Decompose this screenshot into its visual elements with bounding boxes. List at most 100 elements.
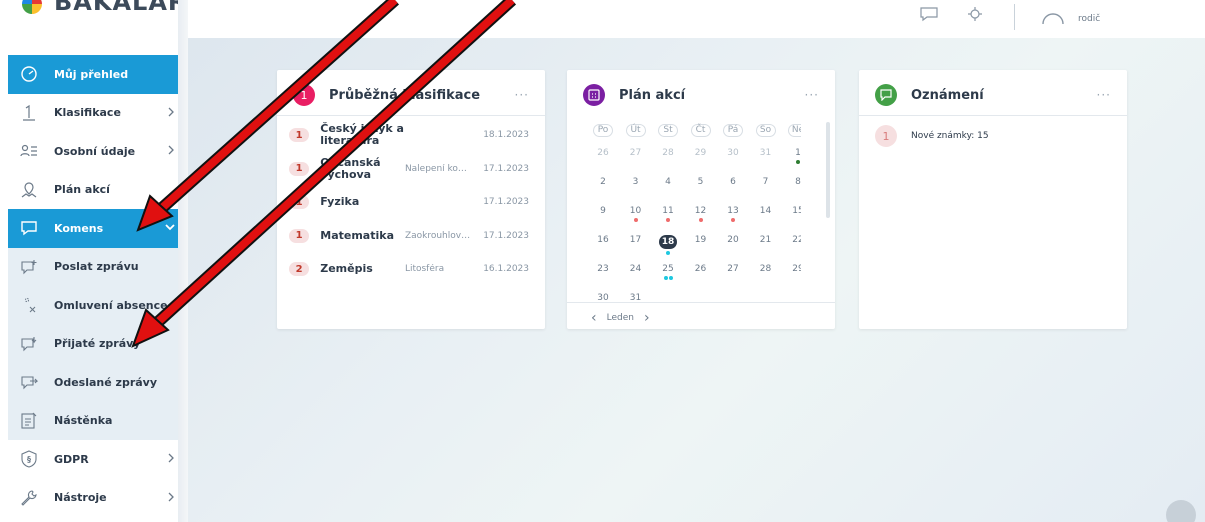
calendar-day[interactable]: 8 xyxy=(788,177,801,187)
sidebar-item-inbox[interactable]: Přijaté zprávy xyxy=(8,324,188,363)
calendar-day[interactable]: 5 xyxy=(691,177,711,187)
grade-note: Litosféra xyxy=(404,264,445,274)
calendar-week: 16 17 18 19 20 21 22 xyxy=(591,235,801,257)
calendar-day[interactable]: 30 xyxy=(723,148,743,158)
chevron-right-icon[interactable] xyxy=(166,452,176,467)
grade-row[interactable]: 2 Zeměpis Litosféra 16.1.2023 xyxy=(289,254,529,284)
day-number: 18 xyxy=(659,235,677,249)
calendar-day[interactable]: 31 xyxy=(756,148,776,158)
calendar-day[interactable]: 30 xyxy=(593,293,613,302)
chevron-right-icon[interactable] xyxy=(166,144,176,159)
calendar-day[interactable]: 7 xyxy=(756,177,776,187)
settings-icon[interactable] xyxy=(964,6,986,24)
day-number: 2 xyxy=(600,177,606,187)
calendar-day[interactable]: 10 xyxy=(626,206,646,222)
grade-row[interactable]: 1 Občanská výchova Nalepení ko… 17.1.2023 xyxy=(289,154,529,184)
calendar-day[interactable]: 16 xyxy=(593,235,613,245)
grade-date: 17.1.2023 xyxy=(483,197,529,207)
sidebar-item-outbox[interactable]: Odeslané zprávy xyxy=(8,363,188,402)
grade-row[interactable]: 1 Fyzika 17.1.2023 xyxy=(289,187,529,217)
grade-subject: Matematika xyxy=(320,228,394,242)
calendar-day[interactable]: 26 xyxy=(593,148,613,158)
next-month-button[interactable]: › xyxy=(644,310,650,326)
calendar-day[interactable]: 15 xyxy=(788,206,801,216)
sidebar-item-label: GDPR xyxy=(54,452,89,466)
calendar-card: Plán akcí ··· PoÚtStČtPáSoNe262728293031… xyxy=(567,70,835,329)
grade-date: 17.1.2023 xyxy=(483,230,529,241)
sidebar-item-send-message[interactable]: Poslat zprávu xyxy=(8,247,188,286)
calendar-day[interactable]: 11 xyxy=(658,206,678,222)
sidebar-item-map-pin[interactable]: Plán akcí xyxy=(8,171,188,210)
calendar-day[interactable]: 3 xyxy=(626,177,646,187)
grades-card-title[interactable]: Průběžná klasifikace xyxy=(329,88,480,103)
month-label: Leden xyxy=(606,313,634,323)
event-dot xyxy=(663,276,668,280)
grade-row[interactable]: 1 Český jazyk a literatura 18.1.2023 xyxy=(289,120,529,150)
sidebar-item-gdpr[interactable]: § GDPR xyxy=(8,440,188,479)
notices-card-menu-button[interactable]: ··· xyxy=(1097,88,1111,102)
calendar-day[interactable]: 4 xyxy=(658,177,678,187)
calendar-day[interactable]: 1 xyxy=(788,148,801,164)
weekday-label: St xyxy=(658,124,678,137)
hide-eye-icon[interactable] xyxy=(1166,500,1196,522)
sidebar-item-wrench[interactable]: Nástroje xyxy=(8,479,188,518)
calendar-day[interactable]: 26 xyxy=(691,264,711,274)
user-role[interactable]: rodič xyxy=(1078,14,1100,24)
sidebar-item-id-card[interactable]: Osobní údaje xyxy=(8,132,188,171)
logo-mark-icon xyxy=(22,0,42,14)
grade-row[interactable]: 1 Matematika Zaokrouhlov… 17.1.2023 xyxy=(289,221,529,251)
weekday-label: So xyxy=(755,124,776,137)
day-number: 5 xyxy=(697,177,704,187)
calendar-day[interactable]: 28 xyxy=(756,264,776,274)
calendar-day[interactable]: 24 xyxy=(626,264,646,274)
calendar-card-title[interactable]: Plán akcí xyxy=(619,88,685,103)
calendar-day[interactable]: 14 xyxy=(756,206,776,216)
calendar-day[interactable]: 2 xyxy=(593,177,613,187)
calendar-day[interactable]: 19 xyxy=(691,235,711,245)
calendar-day[interactable]: 23 xyxy=(593,264,613,274)
sidebar-item-noticeboard[interactable]: Nástěnka xyxy=(8,401,188,440)
calendar-day[interactable]: 20 xyxy=(723,235,743,245)
calendar-card-menu-button[interactable]: ··· xyxy=(805,88,819,102)
calendar-day[interactable]: 21 xyxy=(756,235,776,245)
calendar-scrollbar[interactable] xyxy=(826,122,830,218)
calendar-week: 23 24 25 26 27 28 29 xyxy=(591,264,801,286)
sidebar-item-dashboard[interactable]: Můj přehled xyxy=(8,55,188,94)
calendar-day[interactable]: 6 xyxy=(723,177,743,187)
chevron-right-icon[interactable] xyxy=(166,106,176,121)
topbar: rodič xyxy=(188,0,1205,38)
notice-item[interactable]: 1 Nové známky: 15 xyxy=(875,125,989,147)
divider xyxy=(859,115,1127,116)
day-number: 30 xyxy=(727,148,739,158)
sidebar-item-label: Nástěnka xyxy=(54,414,113,428)
logo[interactable]: BAKALÁŘI xyxy=(18,0,178,30)
sidebar-item-grade[interactable]: Klasifikace xyxy=(8,94,188,133)
sidebar-item-absence[interactable]: Omluvení absence xyxy=(8,286,188,325)
grades-card-menu-button[interactable]: ··· xyxy=(515,88,529,102)
calendar-day[interactable]: 28 xyxy=(658,148,678,158)
event-dots xyxy=(658,249,678,255)
calendar-day[interactable]: 27 xyxy=(626,148,646,158)
prev-month-button[interactable]: ‹ xyxy=(591,310,597,326)
calendar-day[interactable]: 31 xyxy=(626,293,646,302)
messages-icon[interactable] xyxy=(918,6,940,24)
calendar-day[interactable]: 29 xyxy=(788,264,801,274)
calendar-day[interactable]: 27 xyxy=(723,264,743,274)
sidebar-item-label: Osobní údaje xyxy=(54,144,136,158)
chevron-down-icon[interactable] xyxy=(164,221,176,235)
calendar-day[interactable]: 12 xyxy=(691,206,711,222)
user-avatar-icon[interactable] xyxy=(1040,4,1066,25)
notices-card-title[interactable]: Oznámení xyxy=(911,88,984,103)
calendar-day[interactable]: 29 xyxy=(691,148,711,158)
svg-text:§: § xyxy=(27,455,31,464)
chevron-right-icon[interactable] xyxy=(166,491,176,506)
calendar-day[interactable]: 13 xyxy=(723,206,743,222)
calendar-day[interactable]: 17 xyxy=(626,235,646,245)
calendar-day[interactable]: 22 xyxy=(788,235,801,245)
day-number: 10 xyxy=(629,206,642,216)
event-dots xyxy=(626,216,646,222)
sidebar-item-chat[interactable]: Komens xyxy=(8,209,188,248)
calendar-day[interactable]: 25 xyxy=(658,264,678,280)
calendar-day-today[interactable]: 18 xyxy=(658,235,678,255)
calendar-day[interactable]: 9 xyxy=(593,206,613,216)
